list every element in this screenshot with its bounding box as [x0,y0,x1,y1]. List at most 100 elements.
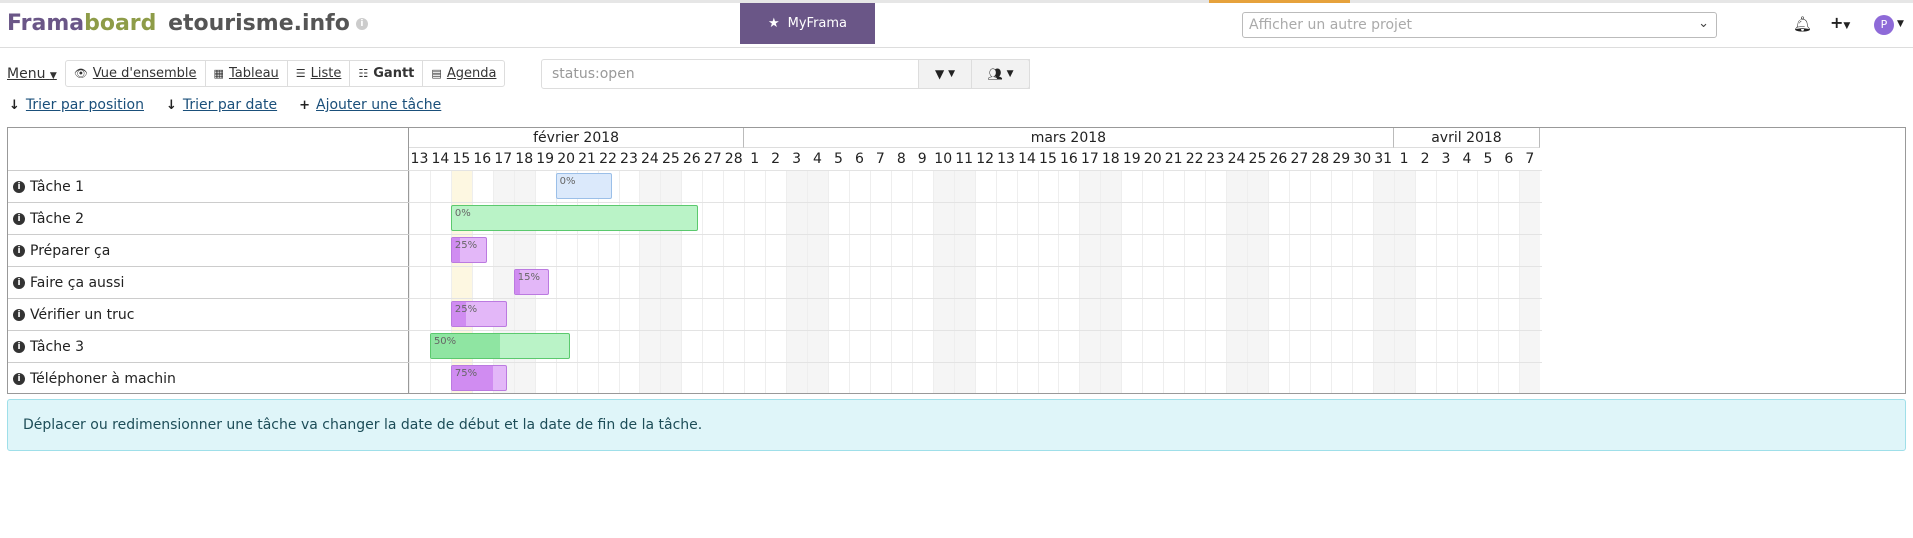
menu-button[interactable]: Menu ▼ [7,66,57,82]
header: Framaboard etourisme.info i ★ MyFrama Aff… [0,3,1913,48]
view-gantt-button[interactable]: ☷ Gantt [350,61,424,86]
day-column [639,170,661,393]
task-bar[interactable]: 25% [450,237,487,263]
caret-down-icon: ▼ [1843,21,1851,31]
info-icon[interactable]: i [13,340,25,353]
day-label: 1 [750,151,760,167]
day-column [1372,170,1394,393]
day-column [1477,170,1498,393]
avatar-caret-icon[interactable]: ▼ [1897,19,1904,29]
sort-numeric-icon: ↓ [9,97,20,113]
info-icon[interactable]: i [13,180,25,193]
view-overview-button[interactable]: 👁︎ Vue d'ensemble [66,61,206,86]
day-label: 19 [536,151,555,167]
task-bar[interactable]: 25% [450,301,508,327]
app-logo[interactable]: Framaboard etourisme.info i [7,11,368,36]
task-name[interactable]: Tâche 1 [30,179,84,195]
day-column [409,170,430,393]
task-name[interactable]: Préparer ça [30,243,110,259]
users-filter-button[interactable]: 👥︎ ▼ [971,59,1030,89]
info-icon[interactable]: i [13,276,25,289]
day-label: 7 [1525,151,1535,167]
info-icon[interactable]: i [13,212,25,225]
day-column [890,170,912,393]
info-icon[interactable]: i [355,18,368,30]
task-bar[interactable]: 75% [450,365,508,391]
action-label: Trier par position [25,97,144,113]
myframa-button[interactable]: ★ MyFrama [740,3,875,44]
view-label: Vue d'ensemble [92,66,197,81]
day-label: 6 [1504,151,1514,167]
day-label: 2 [1420,151,1430,167]
task-progress-label: 0% [559,176,576,187]
task-list: i Tâche 1 i Tâche 2 i Préparer ça i Faire ça au… [8,128,409,393]
day-column [1393,170,1415,393]
day-label: 18 [515,151,534,167]
task-row: i Téléphoner à machin [8,362,409,394]
grid-icon: ▦ [213,67,224,80]
day-label: 10 [934,151,953,167]
view-list-button[interactable]: ☰ Liste [288,61,351,86]
view-calendar-button[interactable]: ▤ Agenda [423,61,504,86]
bell-icon[interactable]: 🔔︎ [1793,15,1812,33]
day-column [1205,170,1226,393]
chevron-down-icon: ⌄ [1698,16,1709,31]
row-divider [409,234,1542,235]
avatar[interactable]: P [1874,15,1894,35]
day-column [1309,170,1331,393]
day-column [932,170,954,393]
project-name: etourisme.info [168,11,350,36]
task-name[interactable]: Tâche 2 [30,211,84,227]
plus-icon: + [299,97,311,113]
day-column [807,170,828,393]
day-column [786,170,808,393]
day-column [1267,170,1289,393]
day-column [1121,170,1142,393]
info-icon[interactable]: i [13,372,25,385]
task-row: i Tâche 1 [8,170,409,202]
row-divider [409,330,1542,331]
view-board-button[interactable]: ▦ Tableau [206,61,288,86]
sliders-icon: ☷ [358,67,369,80]
eye-icon: 👁︎ [73,67,88,80]
caret-down-icon: ▼ [1006,69,1014,79]
gantt-chart: i Tâche 1 i Tâche 2 i Préparer ça i Faire ça au… [7,127,1906,394]
gantt-timeline: février 2018 mars 2018 avril 2018 13 14 15 16 1… [409,128,1542,393]
task-row: i Préparer ça [8,234,409,266]
add-task-link[interactable]: + Ajouter une tâche [299,97,441,113]
task-name[interactable]: Téléphoner à machin [30,371,176,387]
task-row: i Faire ça aussi [8,266,409,298]
task-bar[interactable]: 0% [555,173,613,199]
toolbar: Menu ▼ 👁︎ Vue d'ensemble ▦ Tableau ☰ Liste … [7,59,506,88]
filter-button[interactable]: ▼ ▼ [918,59,972,89]
day-column [1058,170,1079,393]
task-bar[interactable]: 15% [513,269,550,295]
info-icon[interactable]: i [13,308,25,321]
day-column [1226,170,1247,393]
day-label: 5 [834,151,843,167]
plus-menu-button[interactable]: +▼ [1830,13,1850,32]
action-label: Trier par date [182,97,278,113]
day-column [1037,170,1059,393]
day-column [1184,170,1205,393]
task-name[interactable]: Tâche 3 [30,339,84,355]
project-select[interactable]: Afficher un autre projet ⌄ [1242,12,1717,38]
info-icon[interactable]: i [13,244,25,257]
task-name[interactable]: Vérifier un truc [30,307,134,323]
day-label: 20 [1143,151,1162,167]
sort-by-date-link[interactable]: ↓ Trier par date [166,97,277,113]
day-label: 14 [1018,151,1036,167]
day-column [492,170,514,393]
day-label: 8 [896,151,906,167]
task-bar[interactable]: 50% [429,333,571,359]
day-label: 31 [1374,151,1393,167]
view-label: Gantt [373,66,415,81]
task-bar[interactable]: 0% [450,205,699,231]
row-divider [409,362,1542,363]
month-header: février 2018 [409,128,745,148]
task-row: i Tâche 2 [8,202,409,234]
task-name[interactable]: Faire ça aussi [30,275,124,291]
sort-by-position-link[interactable]: ↓ Trier par position [9,97,144,113]
day-column [1414,170,1436,393]
day-label: 27 [1290,151,1309,167]
